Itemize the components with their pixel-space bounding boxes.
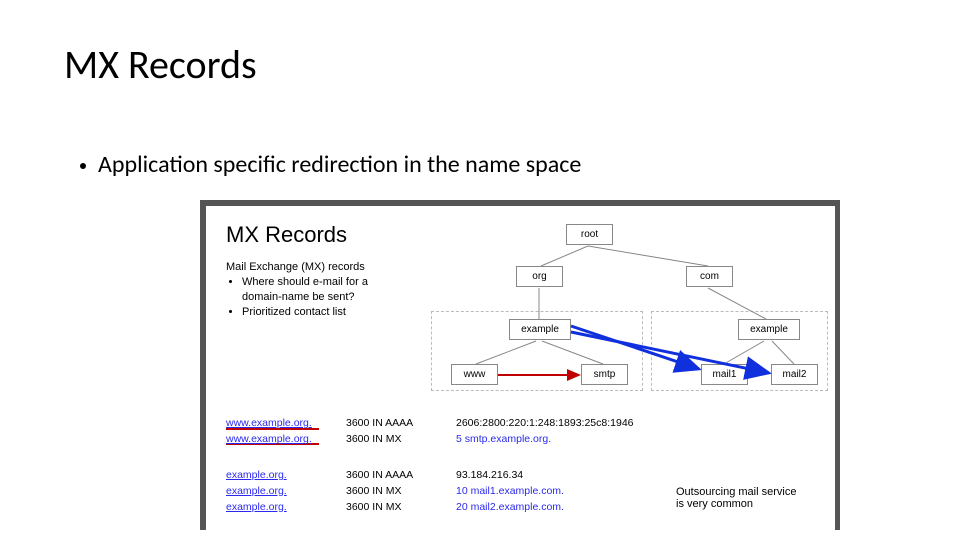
figure-description: Mail Exchange (MX) records Where should …	[226, 260, 396, 319]
bullet-dot-icon	[80, 163, 86, 169]
node-smtp: smtp	[581, 364, 628, 385]
node-mail1: mail1	[701, 364, 748, 385]
rec1-name1[interactable]: www.example.org.	[226, 417, 312, 429]
record-block-2: example.org. 3600 IN AAAA93.184.216.34 ex…	[226, 468, 564, 515]
node-com: com	[686, 266, 733, 287]
outsourcing-note: Outsourcing mail service is very common	[676, 486, 796, 510]
node-example-com: example	[738, 319, 800, 340]
rec1-val1: 2606:2800:220:1:248:1893:25c8:1946	[456, 416, 634, 432]
rec2-val3: 20 mail2.example.com.	[456, 500, 564, 516]
rec1-name2[interactable]: www.example.org.	[226, 433, 312, 445]
note-line-1: Outsourcing mail service	[676, 486, 796, 498]
slide: MX Records Application specific redirect…	[0, 0, 960, 540]
bullet-line: Application specific redirection in the …	[80, 150, 581, 179]
figure-inner: MX Records Mail Exchange (MX) records Wh…	[206, 206, 835, 530]
record-block-1: www.example.org. 3600 IN AAAA2606:2800:22…	[226, 416, 634, 448]
rec2-val1: 93.184.216.34	[456, 468, 523, 484]
node-example-org: example	[509, 319, 571, 340]
rec2-name2[interactable]: example.org.	[226, 485, 287, 497]
node-www: www	[451, 364, 498, 385]
figure-description-lead: Mail Exchange (MX) records	[226, 260, 396, 275]
node-root: root	[566, 224, 613, 245]
figure-bullet-1: Where should e-mail for a domain-name be…	[242, 275, 396, 305]
rec2-ttl3: 3600 IN MX	[346, 500, 456, 516]
rec2-name1[interactable]: example.org.	[226, 469, 287, 481]
figure-title: MX Records	[226, 222, 347, 248]
rec1-ttl2: 3600 IN MX	[346, 432, 456, 448]
node-mail2: mail2	[771, 364, 818, 385]
node-org: org	[516, 266, 563, 287]
rec2-val2: 10 mail1.example.com.	[456, 484, 564, 500]
figure-bullet-2: Prioritized contact list	[242, 305, 396, 320]
rec1-ttl1: 3600 IN AAAA	[346, 416, 456, 432]
rec1-val2: 5 smtp.example.org.	[456, 432, 551, 448]
rec2-ttl1: 3600 IN AAAA	[346, 468, 456, 484]
note-line-2: is very common	[676, 498, 796, 510]
page-title: MX Records	[64, 40, 257, 89]
bullet-text: Application specific redirection in the …	[98, 150, 581, 179]
embedded-figure: MX Records Mail Exchange (MX) records Wh…	[200, 200, 840, 530]
rec2-name3[interactable]: example.org.	[226, 501, 287, 513]
rec2-ttl2: 3600 IN MX	[346, 484, 456, 500]
